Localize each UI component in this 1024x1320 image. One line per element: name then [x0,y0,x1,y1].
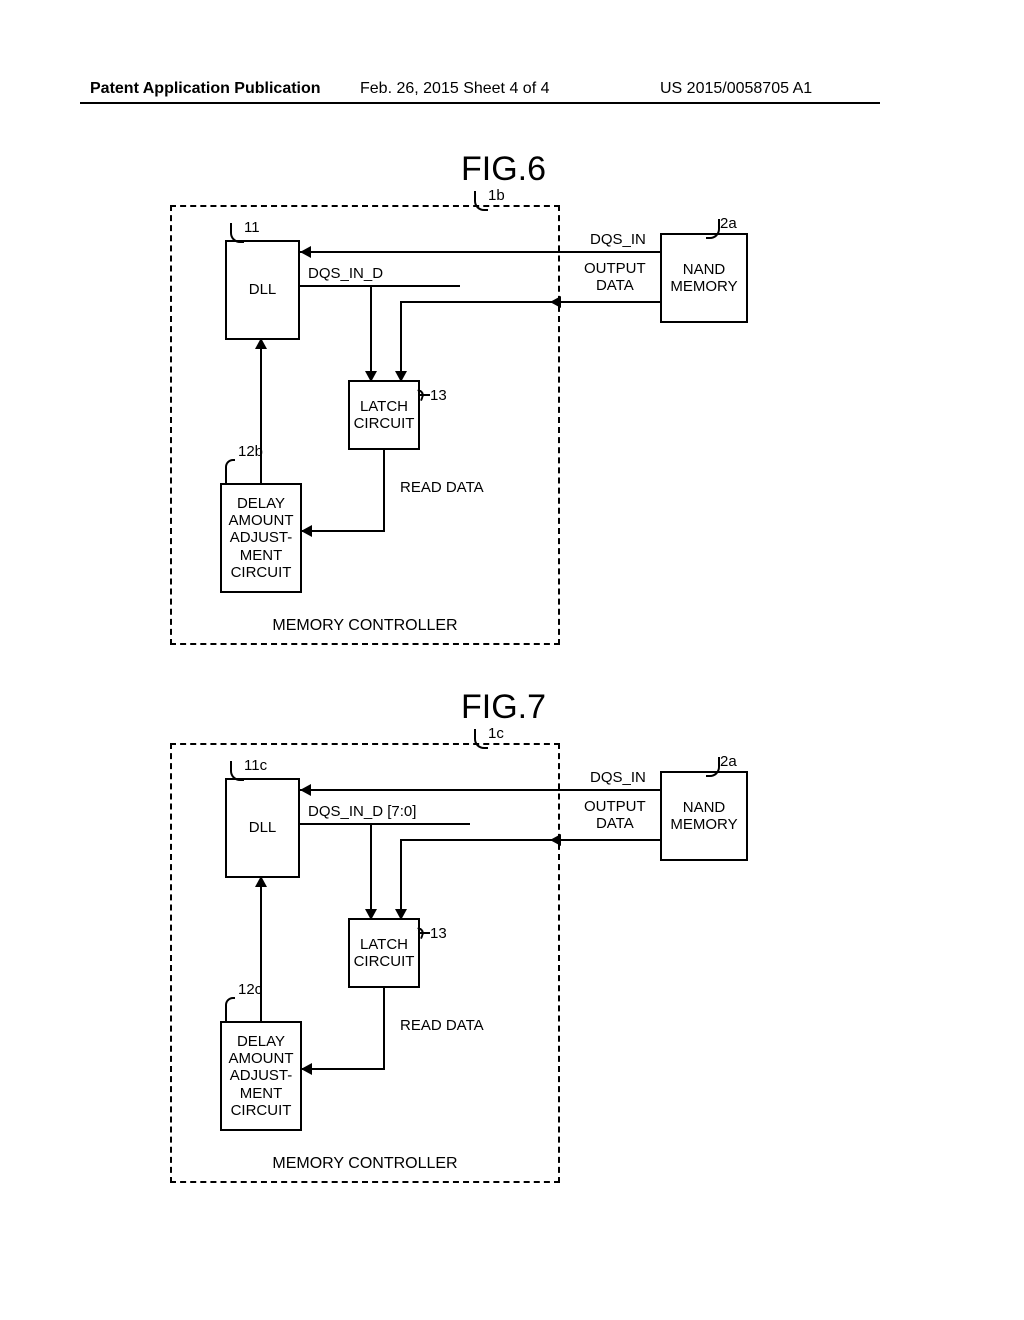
fig7-nand-memory-block: NANDMEMORY [660,771,748,861]
fig7-diagram: 1c MEMORY CONTROLLER DLL 11c LATCHCIRCUI… [170,743,870,1193]
fig6-read-data-label: READ DATA [400,479,484,496]
fig6-dqs-in-label: DQS_IN [590,231,646,248]
fig6-output-data-h [400,301,660,303]
fig7-dqs-in-d-vert [370,823,372,918]
fig6-dll-block: DLL [225,240,300,340]
fig6-latch-ref: 13 [430,387,447,404]
header-right: US 2015/0058705 A1 [660,80,812,98]
fig7-feedback-arrow [255,876,267,887]
fig6-output-data-midarrow [550,296,561,308]
fig6-output-data-label: OUTPUTDATA [584,261,646,294]
fig7-read-data-h [302,1068,385,1070]
fig6-delay-adjust-block: DELAYAMOUNTADJUST-MENTCIRCUIT [220,483,302,593]
fig6-title: FIG.6 [461,150,546,189]
fig7-read-data-v [383,988,385,1068]
fig7-output-data-arrow [395,909,407,920]
fig6-latch-block: LATCHCIRCUIT [348,380,420,450]
fig6-dqs-in-d-stub [410,285,460,287]
header-rule [80,102,880,104]
fig6-dqs-in-d-label: DQS_IN_D [308,265,383,282]
fig7-dqs-in-line [300,789,660,791]
fig7-dqs-in-arrow [300,784,311,796]
fig7-feedback-line [260,880,262,1021]
fig7-dqs-in-label: DQS_IN [590,769,646,786]
fig7-delay-adjust-block: DELAYAMOUNTADJUST-MENTCIRCUIT [220,1021,302,1131]
fig6-dqs-in-d-seg [300,285,410,287]
fig7-read-data-label: READ DATA [400,1017,484,1034]
fig7-memory-controller-label: MEMORY CONTROLLER [172,1155,558,1173]
fig6-dll-ref-hook [230,223,244,243]
fig6-feedback-line [260,342,262,483]
fig7-read-data-arrow [301,1063,312,1075]
fig6-delay-ref-hook [225,459,235,485]
header-center: Feb. 26, 2015 Sheet 4 of 4 [360,80,549,98]
fig7-output-data-midarrow [550,834,561,846]
fig6-read-data-h [302,530,385,532]
fig7-nand-ref: 2a [720,753,737,770]
fig6-read-data-arrow [301,525,312,537]
fig7-output-data-h [400,839,660,841]
fig6-nand-ref: 2a [720,215,737,232]
fig7-dqs-in-d-label: DQS_IN_D [7:0] [308,803,416,820]
fig7-dll-block: DLL [225,778,300,878]
fig6-diagram: 1b MEMORY CONTROLLER DLL 11 LATCHCIRCUIT… [170,205,870,655]
fig6-dqs-in-d-vert [370,285,372,380]
fig7-title: FIG.7 [461,688,546,727]
fig6-output-data-arrow [395,371,407,382]
fig7-dqs-in-d-seg [300,823,410,825]
fig7-latch-ref: 13 [430,925,447,942]
fig7-dll-ref: 11c [244,757,267,774]
fig7-dqs-in-d-stub [410,823,470,825]
fig7-dqs-in-d-arrow [365,909,377,920]
header-left: Patent Application Publication [90,80,321,98]
fig6-output-data-v [400,301,402,380]
fig7-latch-block: LATCHCIRCUIT [348,918,420,988]
fig6-dqs-in-arrow [300,246,311,258]
fig6-memory-controller-label: MEMORY CONTROLLER [172,617,558,635]
fig7-dll-ref-hook [230,761,244,781]
fig6-nand-memory-block: NANDMEMORY [660,233,748,323]
fig7-controller-ref: 1c [488,725,504,742]
fig6-dqs-in-d-arrow [365,371,377,382]
fig6-feedback-arrow [255,338,267,349]
fig6-dll-ref: 11 [244,219,260,236]
fig6-read-data-v [383,450,385,530]
fig6-dqs-in-line [300,251,660,253]
fig7-delay-ref-hook [225,997,235,1023]
fig6-controller-ref: 1b [488,187,505,204]
fig7-output-data-label: OUTPUTDATA [584,799,646,832]
fig7-delay-ref: 12c [238,981,262,998]
fig7-output-data-v [400,839,402,918]
